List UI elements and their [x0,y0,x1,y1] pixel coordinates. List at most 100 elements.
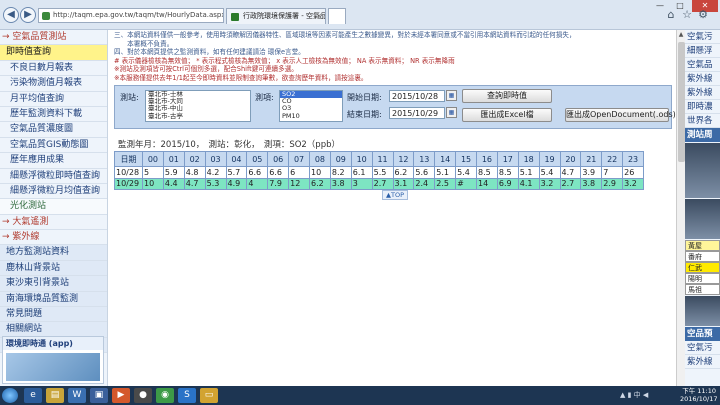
station-camera-image-2[interactable] [685,199,720,239]
station-legend-item[interactable]: 陽明 [685,273,720,284]
start-date-label: 開始日期: [347,93,382,102]
app-promo[interactable]: 環境即時通 (app) [2,336,104,384]
sidebar-item[interactable]: 東沙東引背景站 [0,276,107,292]
sidebar-item[interactable]: 南海環境品質監測 [0,291,107,308]
column-header: 05 [246,151,269,167]
value-cell: 3.9 [580,166,603,179]
folder-taskbar-icon[interactable]: ▭ [200,388,218,403]
right-link-item[interactable]: 世界各 [685,114,720,128]
right-link-item[interactable]: 空氣污 [685,30,720,44]
column-header: 13 [413,151,436,167]
notice-line: 本署概不負責。 [114,39,174,48]
value-cell: 2.5 [434,177,457,190]
station-legend-item[interactable]: 仁武 [685,262,720,273]
value-cell: 7.9 [267,177,290,190]
system-tray[interactable]: ▲ ▮ 中 ◀ [620,390,648,400]
column-header: 日期 [114,151,143,167]
firefox-taskbar-icon[interactable]: ● [134,388,152,403]
start-date-input[interactable]: 2015/10/28 [389,90,445,102]
tab-close-icon[interactable]: × [316,9,322,24]
site-favicon-icon [42,12,50,20]
right-link-item[interactable]: 空氣污 [685,341,720,355]
sidebar-item[interactable]: 即時值查詢 [0,45,107,61]
home-icon[interactable]: ⌂ [664,8,678,22]
sidebar-item[interactable]: 歷年監測資料下載 [0,107,107,123]
station-camera-image[interactable] [685,143,720,198]
back-icon[interactable]: ◀ [3,7,19,23]
item-listbox[interactable]: SO2 CO O3 PM10 [279,90,343,122]
taskbar-clock[interactable]: 下午 11:10 2016/10/17 [680,387,717,403]
sidebar-item[interactable]: 細懸浮微粒月均值查詢 [0,184,107,200]
column-header: 08 [309,151,331,167]
station-legend-item[interactable]: 番府 [685,251,720,262]
listbox-option[interactable]: PM10 [280,112,342,120]
end-calendar-icon[interactable]: ▦ [446,107,457,118]
value-cell: 5 [142,166,164,179]
right-link-item[interactable]: 紫外線 [685,355,720,369]
sidebar-item[interactable]: → 紫外線 [0,230,107,246]
export-excel-button[interactable]: 匯出成Excel檔 [462,108,552,122]
sidebar-item[interactable]: 月平均值查詢 [0,92,107,107]
sidebar-item[interactable]: 鹿林山背景站 [0,260,107,277]
station-map-image[interactable] [685,296,720,326]
column-header: 10 [350,151,373,167]
right-link-item[interactable]: 即時濃 [685,100,720,114]
sidebar-item[interactable]: 光化測站 [0,199,107,215]
start-button-icon[interactable] [2,388,18,403]
chrome-taskbar-icon[interactable]: ◉ [156,388,174,403]
sidebar-item[interactable]: 污染物測值月報表 [0,76,107,92]
column-header: 03 [204,151,227,167]
word-taskbar-icon[interactable]: W [68,388,86,403]
favorites-star-icon[interactable]: ☆ [680,8,694,22]
listbox-option[interactable]: 臺北市-古亭 [146,112,250,120]
tab-hourly-data[interactable]: 行政院環境保護署 - 空氣品... × [226,8,326,24]
right-link-item[interactable]: 紫外線 [685,72,720,86]
export-ods-button[interactable]: 匯出成OpenDocument(.ods)檔 [565,108,684,122]
explorer-taskbar-icon[interactable]: ▤ [46,388,64,403]
skype-taskbar-icon[interactable]: S [178,388,196,403]
notice-line: 四、對於本網頁提供之監測資料，如有任何建議請洽 環保e言堂。 [114,48,305,57]
sidebar-item[interactable]: → 大氣遙測 [0,215,107,231]
value-cell: 5.3 [204,177,227,190]
value-cell: 4.1 [517,177,540,190]
value-cell: 5.5 [371,166,394,179]
sidebar-item[interactable]: 歷年應用成果 [0,153,107,169]
right-link-item[interactable]: 空氣品 [685,58,720,72]
value-cell: 3.8 [329,177,352,190]
app-taskbar-icon[interactable]: ▣ [90,388,108,403]
column-header: 06 [267,151,290,167]
value-cell: 4.7 [559,166,582,179]
sidebar-item[interactable]: 空氣品質濃度圖 [0,122,107,138]
station-legend-item[interactable]: 黃屋 [685,240,720,251]
value-cell: 5.4 [455,166,477,179]
sidebar-item[interactable]: 地方監測站資料 [0,245,107,261]
end-date-input[interactable]: 2015/10/29 [389,107,445,119]
sidebar-item[interactable]: → 空氣品質測站 [0,30,107,46]
right-link-item[interactable]: 細懸浮 [685,44,720,58]
sidebar-item[interactable]: 常見問題 [0,307,107,323]
back-to-top-link[interactable]: ▲TOP [382,190,409,200]
right-link-item[interactable]: 紫外線 [685,86,720,100]
column-header: 19 [538,151,561,167]
new-tab-button[interactable] [328,8,346,24]
address-bar[interactable]: http://taqm.epa.gov.tw/taqm/tw/HourlyDat… [38,8,224,23]
sidebar-item[interactable]: 細懸浮微粒即時值查詢 [0,169,107,184]
sidebar-item[interactable]: 空氣品質GIS動態圖 [0,138,107,154]
start-calendar-icon[interactable]: ▦ [446,90,457,101]
settings-gear-icon[interactable]: ⚙ [696,8,710,22]
forward-icon[interactable]: ▶ [20,7,36,23]
station-listbox[interactable]: 臺北市-士林 臺北市-大同 臺北市-中山 臺北市-古亭 [145,90,251,122]
ie-taskbar-icon[interactable]: e [24,388,42,403]
scroll-thumb[interactable] [678,42,685,162]
scroll-up-icon[interactable]: ▲ [677,30,685,39]
query-button[interactable]: 查詢即時值 [462,89,552,103]
media-taskbar-icon[interactable]: ▶ [112,388,130,403]
station-legend-item[interactable]: 馬祖 [685,284,720,295]
value-cell: 4.9 [225,177,248,190]
page-scrollbar[interactable]: ▲ [676,30,685,386]
value-cell: 10 [309,166,331,179]
tab-label: 行政院環境保護署 - 空氣品... [243,12,326,20]
column-header: 11 [371,151,394,167]
query-panel: 測站: 臺北市-士林 臺北市-大同 臺北市-中山 臺北市-古亭 測項: SO2 CO O3… [114,85,684,129]
sidebar-item[interactable]: 不良日數月報表 [0,61,107,77]
